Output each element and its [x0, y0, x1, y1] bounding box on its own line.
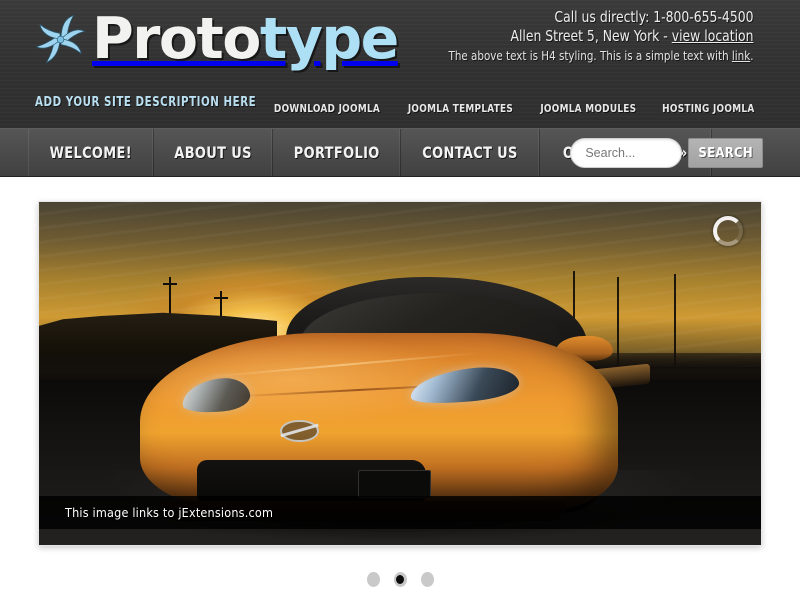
- site-description: Add your site description here: [35, 95, 257, 110]
- header-top-links: Download Joomla Joomla Templates Joomla …: [268, 102, 760, 115]
- slider-pagination: [0, 572, 800, 587]
- menu-item-about-us-label: About Us: [173, 143, 252, 162]
- contact-note-link[interactable]: link: [732, 48, 750, 63]
- main-content: This image links to jExtensions.com: [0, 177, 800, 600]
- site-logo[interactable]: Prototype: [32, 6, 399, 72]
- slider-dot-1[interactable]: [366, 572, 380, 587]
- slider-dot-3[interactable]: [420, 572, 434, 587]
- loading-spinner-icon: [713, 216, 743, 246]
- search-box: Search: [570, 138, 763, 168]
- menu-item-about-us[interactable]: About Us: [154, 129, 273, 176]
- contact-note-suffix: .: [750, 48, 754, 63]
- car-license-plate: [358, 470, 432, 499]
- slide-photo: [39, 202, 761, 545]
- slider-dot-2[interactable]: [393, 572, 407, 587]
- page-root: Prototype Add your site description here…: [0, 0, 800, 600]
- top-link-joomla-modules[interactable]: Joomla Modules: [540, 102, 636, 115]
- menu-item-contact-us[interactable]: Contact Us: [401, 129, 541, 176]
- contact-address-line: Allen Street 5, New York - view location: [449, 27, 754, 46]
- site-header: Prototype Add your site description here…: [0, 0, 800, 128]
- search-button[interactable]: Search: [688, 138, 763, 168]
- top-link-download-joomla[interactable]: Download Joomla: [274, 102, 380, 115]
- menu-item-contact-us-label: Contact Us: [422, 143, 518, 162]
- menu-item-welcome-label: Welcome!: [49, 143, 133, 162]
- search-input[interactable]: [570, 138, 683, 168]
- sports-car: [140, 277, 660, 542]
- contact-phone-line: Call us directly: 1-800-655-4500: [554, 8, 754, 26]
- spiral-logo-icon: [35, 14, 86, 64]
- main-navigation-bar: Welcome! About Us Portfolio Contact Us O…: [0, 128, 800, 177]
- menu-item-portfolio[interactable]: Portfolio: [273, 129, 402, 176]
- menu-item-portfolio-label: Portfolio: [293, 143, 380, 162]
- slider-image-link[interactable]: This image links to jExtensions.com: [38, 201, 762, 546]
- top-link-hosting-joomla[interactable]: Hosting Joomla: [663, 102, 755, 115]
- header-contact-block: Call us directly: 1-800-655-4500 Allen S…: [422, 8, 754, 64]
- logo-text-primary: Proto: [92, 6, 261, 72]
- slide-caption: This image links to jExtensions.com: [39, 496, 761, 529]
- top-link-joomla-templates[interactable]: Joomla Templates: [408, 102, 513, 115]
- contact-note-text: The above text is H4 styling. This is a …: [448, 48, 733, 63]
- contact-note: The above text is H4 styling. This is a …: [449, 48, 754, 64]
- logo-text-secondary: type: [259, 6, 399, 72]
- menu-item-welcome[interactable]: Welcome!: [29, 129, 154, 176]
- view-location-link[interactable]: view location: [672, 27, 754, 45]
- contact-address-text: Allen Street 5, New York -: [510, 27, 673, 45]
- logo-text: Prototype: [92, 6, 399, 72]
